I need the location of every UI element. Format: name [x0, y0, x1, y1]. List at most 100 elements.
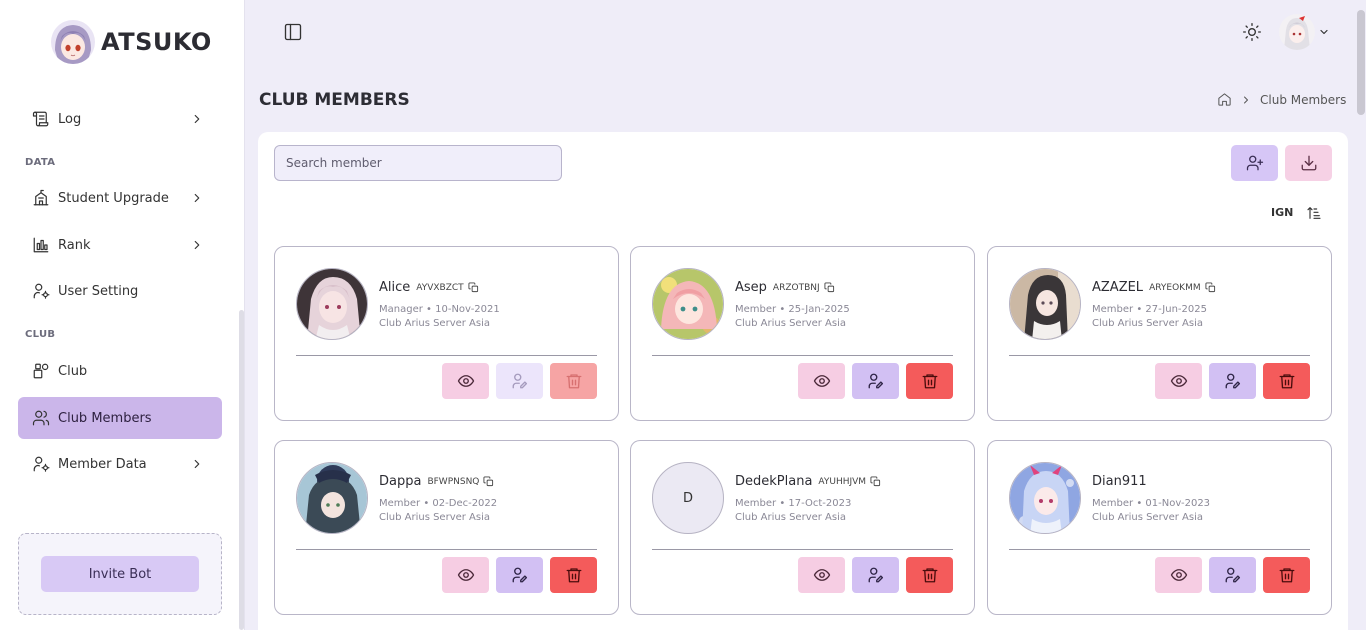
- sort-ascending-icon[interactable]: [1306, 205, 1322, 221]
- delete-member-button[interactable]: [906, 363, 953, 399]
- member-name: AZAZEL: [1092, 280, 1144, 295]
- meta-separator: •: [1133, 304, 1146, 315]
- trash-icon: [566, 568, 581, 583]
- breadcrumb-current: Club Members: [1260, 92, 1347, 107]
- member-id: AYUHHJVM: [818, 476, 867, 487]
- view-member-button[interactable]: [1155, 557, 1202, 593]
- member-club: Club Arius Server Asia: [379, 318, 491, 329]
- sidebar-item-label: Club: [58, 363, 88, 379]
- member-card: Dian911 Member • 01-Nov-2023 Club Arius Se…: [987, 440, 1332, 615]
- sidebar-scrollbar[interactable]: [239, 310, 244, 630]
- edit-member-button[interactable]: [496, 363, 543, 399]
- sidebar-item-label: Log: [58, 111, 82, 127]
- member-join-date: 10-Nov-2021: [435, 304, 500, 315]
- school-icon: [33, 189, 49, 206]
- card-divider: [1009, 549, 1310, 550]
- sidebar: ATSUKO Log DATA Student Upgrade Rank Use…: [0, 0, 245, 630]
- copy-icon[interactable]: [1205, 282, 1216, 293]
- sidebar-item-student-upgrade[interactable]: Student Upgrade: [18, 177, 222, 219]
- view-member-button[interactable]: [442, 363, 489, 399]
- member-avatar: [296, 462, 368, 534]
- download-icon: [1301, 155, 1316, 171]
- sidebar-item-rank[interactable]: Rank: [18, 224, 222, 266]
- member-card: Dappa BFWPNSNQ Member • 02-Dec-2022 Club Ar…: [274, 440, 619, 615]
- member-name: Dian911: [1092, 474, 1147, 489]
- delete-member-button[interactable]: [1263, 363, 1310, 399]
- sidebar-item-user-setting[interactable]: User Setting: [18, 270, 222, 312]
- member-club: Club Arius Server Asia: [379, 512, 491, 523]
- view-member-button[interactable]: [442, 557, 489, 593]
- meta-separator: •: [776, 304, 789, 315]
- member-join-date: 27-Jun-2025: [1145, 304, 1207, 315]
- copy-icon[interactable]: [468, 282, 479, 293]
- trash-icon: [566, 374, 581, 389]
- sidebar-item-label: Rank: [58, 237, 91, 253]
- page-scrollbar[interactable]: [1357, 10, 1365, 115]
- member-name-row: DedekPlana AYUHHJVM: [735, 474, 881, 489]
- sidebar-item-label: Member Data: [58, 456, 147, 472]
- edit-member-button[interactable]: [852, 557, 899, 593]
- member-join-date: 02-Dec-2022: [432, 498, 498, 509]
- delete-member-button[interactable]: [906, 557, 953, 593]
- view-member-button[interactable]: [798, 557, 845, 593]
- section-label-club: CLUB: [25, 329, 56, 340]
- member-avatar: [296, 268, 368, 340]
- edit-member-button[interactable]: [496, 557, 543, 593]
- member-avatar: [652, 268, 724, 340]
- member-role: Manager: [379, 304, 423, 315]
- copy-icon[interactable]: [483, 476, 494, 487]
- app-logo[interactable]: ATSUKO: [51, 20, 212, 64]
- member-join-date: 01-Nov-2023: [1145, 498, 1211, 509]
- member-name: Asep: [735, 280, 767, 295]
- member-role: Member: [735, 498, 777, 509]
- member-name-row: Alice AYVXBZCT: [379, 280, 479, 295]
- invite-bot-box: Invite Bot: [18, 533, 222, 615]
- search-input[interactable]: [274, 145, 562, 181]
- bar-chart-icon: [33, 237, 49, 253]
- add-member-button[interactable]: [1231, 145, 1278, 181]
- users-icon: [32, 410, 50, 426]
- delete-member-button[interactable]: [550, 557, 597, 593]
- meta-separator: •: [776, 498, 789, 509]
- sort-field-label[interactable]: IGN: [1271, 206, 1293, 219]
- user-avatar[interactable]: [1279, 14, 1315, 50]
- copy-icon[interactable]: [824, 282, 835, 293]
- sidebar-item-club-members[interactable]: Club Members: [18, 397, 222, 439]
- member-role: Member: [735, 304, 777, 315]
- scroll-icon: [32, 111, 49, 127]
- sun-icon[interactable]: [1242, 22, 1262, 42]
- edit-member-button[interactable]: [1209, 557, 1256, 593]
- members-panel: IGN Alice AYVXBZCT Manager • 10-Nov-2021 Cl…: [258, 132, 1348, 630]
- edit-member-button[interactable]: [1209, 363, 1256, 399]
- meta-separator: •: [422, 304, 436, 315]
- sidebar-item-log[interactable]: Log: [18, 98, 222, 140]
- member-id: AYVXBZCT: [416, 282, 464, 293]
- user-plus-icon: [1246, 155, 1263, 171]
- member-card: D DedekPlana AYUHHJVM Member • 17-Oct-2023 C…: [630, 440, 975, 615]
- home-icon[interactable]: [1217, 92, 1232, 107]
- chevron-right-icon: [1244, 96, 1248, 103]
- delete-member-button[interactable]: [550, 363, 597, 399]
- invite-bot-button[interactable]: Invite Bot: [41, 556, 199, 592]
- copy-icon[interactable]: [870, 476, 881, 487]
- view-member-button[interactable]: [798, 363, 845, 399]
- eye-icon: [813, 375, 830, 387]
- chevron-right-icon: [194, 459, 200, 469]
- member-club: Club Arius Server Asia: [1092, 512, 1204, 523]
- download-button[interactable]: [1285, 145, 1332, 181]
- sidebar-item-club[interactable]: Club: [18, 350, 222, 392]
- chevron-down-icon[interactable]: [1318, 26, 1330, 38]
- member-meta: Manager • 10-Nov-2021: [379, 304, 500, 315]
- sidebar-item-member-data[interactable]: Member Data: [18, 443, 222, 485]
- view-member-button[interactable]: [1155, 363, 1202, 399]
- delete-member-button[interactable]: [1263, 557, 1310, 593]
- member-avatar: D: [652, 462, 724, 534]
- trash-icon: [1279, 568, 1294, 583]
- card-divider: [296, 549, 597, 550]
- sidebar-toggle-icon[interactable]: [283, 22, 303, 42]
- user-edit-icon: [868, 373, 883, 389]
- edit-member-button[interactable]: [852, 363, 899, 399]
- member-avatar: [1009, 462, 1081, 534]
- avatar-initial: D: [682, 490, 693, 506]
- member-role: Member: [1092, 498, 1134, 509]
